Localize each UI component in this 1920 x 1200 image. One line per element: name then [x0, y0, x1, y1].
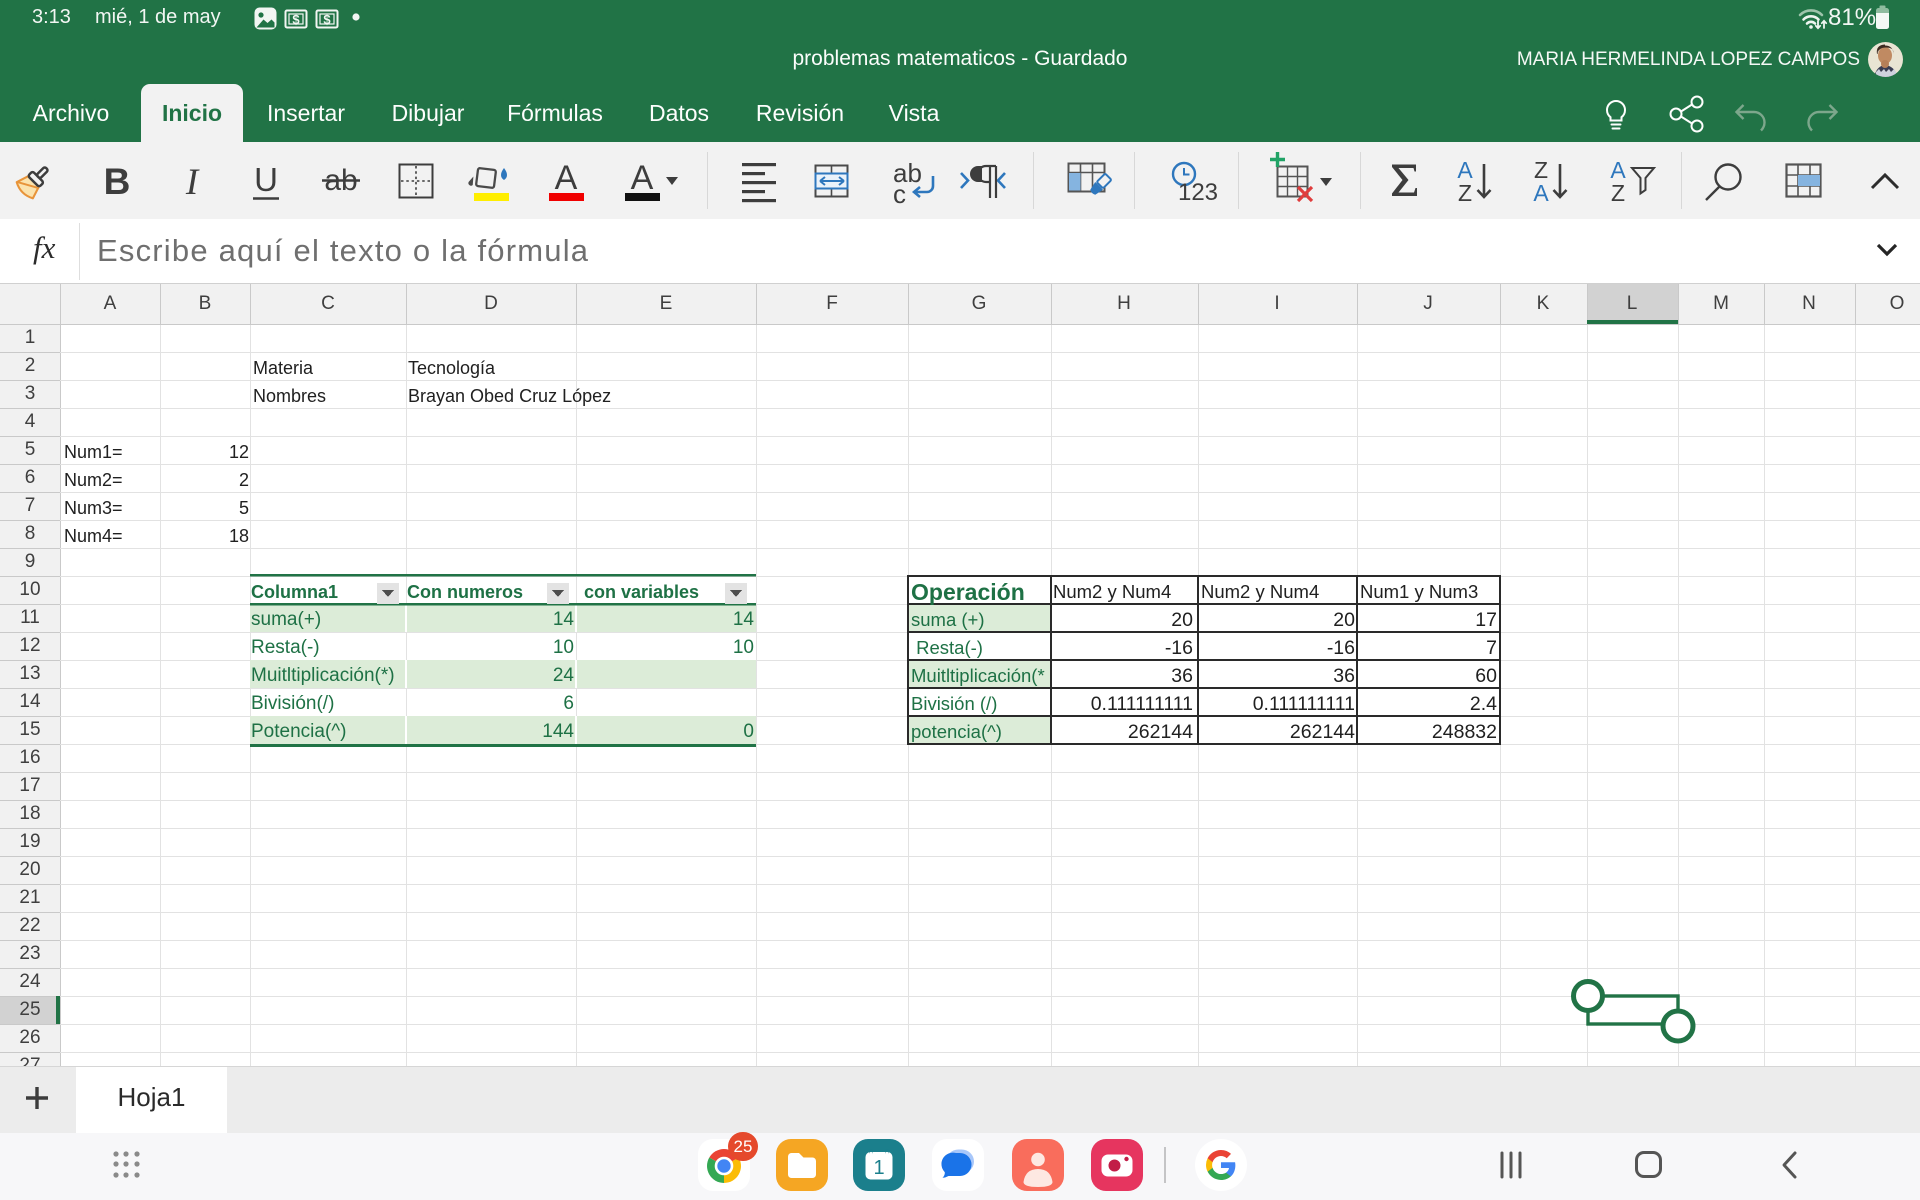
- svg-text:$: $: [323, 12, 331, 27]
- svg-text:A: A: [1533, 180, 1549, 206]
- svg-text:I: I: [185, 162, 200, 203]
- svg-text:B: B: [104, 161, 131, 202]
- svg-text:c: c: [893, 179, 906, 209]
- svg-text:U: U: [254, 161, 278, 198]
- svg-text:$: $: [292, 12, 300, 27]
- svg-text:Z: Z: [1611, 180, 1625, 206]
- svg-text:123: 123: [1178, 179, 1218, 206]
- svg-text:Z: Z: [1458, 180, 1472, 206]
- svg-text:A: A: [555, 159, 578, 197]
- svg-text:A: A: [631, 159, 654, 197]
- svg-text:1: 1: [873, 1157, 884, 1179]
